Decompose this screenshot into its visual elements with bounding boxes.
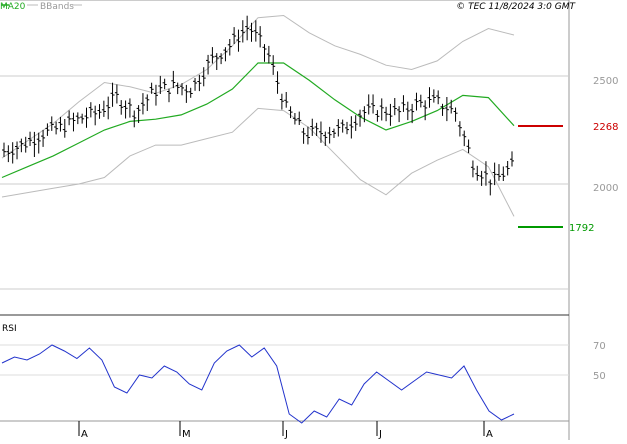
rsi-tick-50: 50 [593, 371, 606, 382]
month-label-a2: A [486, 429, 493, 440]
resistance-label: 2268 [593, 122, 618, 133]
month-label-j2: J [378, 429, 382, 440]
bband-upper [1, 14, 515, 159]
bollinger-bands [1, 14, 515, 217]
bband-lower [1, 107, 515, 217]
price-tick-2500: 2500 [593, 76, 618, 87]
month-label-a1: A [81, 429, 88, 440]
rsi-tick-70: 70 [593, 341, 606, 352]
stock-chart: MA20 BBands © TEC 11/8/2024 3:0 GMT 2500… [0, 0, 627, 440]
x-axis-months: A M J J A [78, 421, 493, 440]
rsi-line [1, 344, 515, 424]
copyright-text: © TEC 11/8/2024 3:0 GMT [456, 2, 576, 12]
chart-canvas: MA20 BBands © TEC 11/8/2024 3:0 GMT 2500… [0, 0, 618, 440]
bbands-legend-label: BBands [40, 2, 74, 12]
price-tick-2000: 2000 [593, 183, 618, 194]
month-label-m: M [182, 429, 191, 440]
ma-legend-label: MA20 [0, 2, 26, 12]
month-label-j1: J [284, 429, 288, 440]
support-label: 1792 [569, 223, 594, 234]
rsi-panel-label: RSI [2, 324, 17, 334]
price-bars [2, 15, 514, 196]
rsi-path [1, 344, 515, 424]
